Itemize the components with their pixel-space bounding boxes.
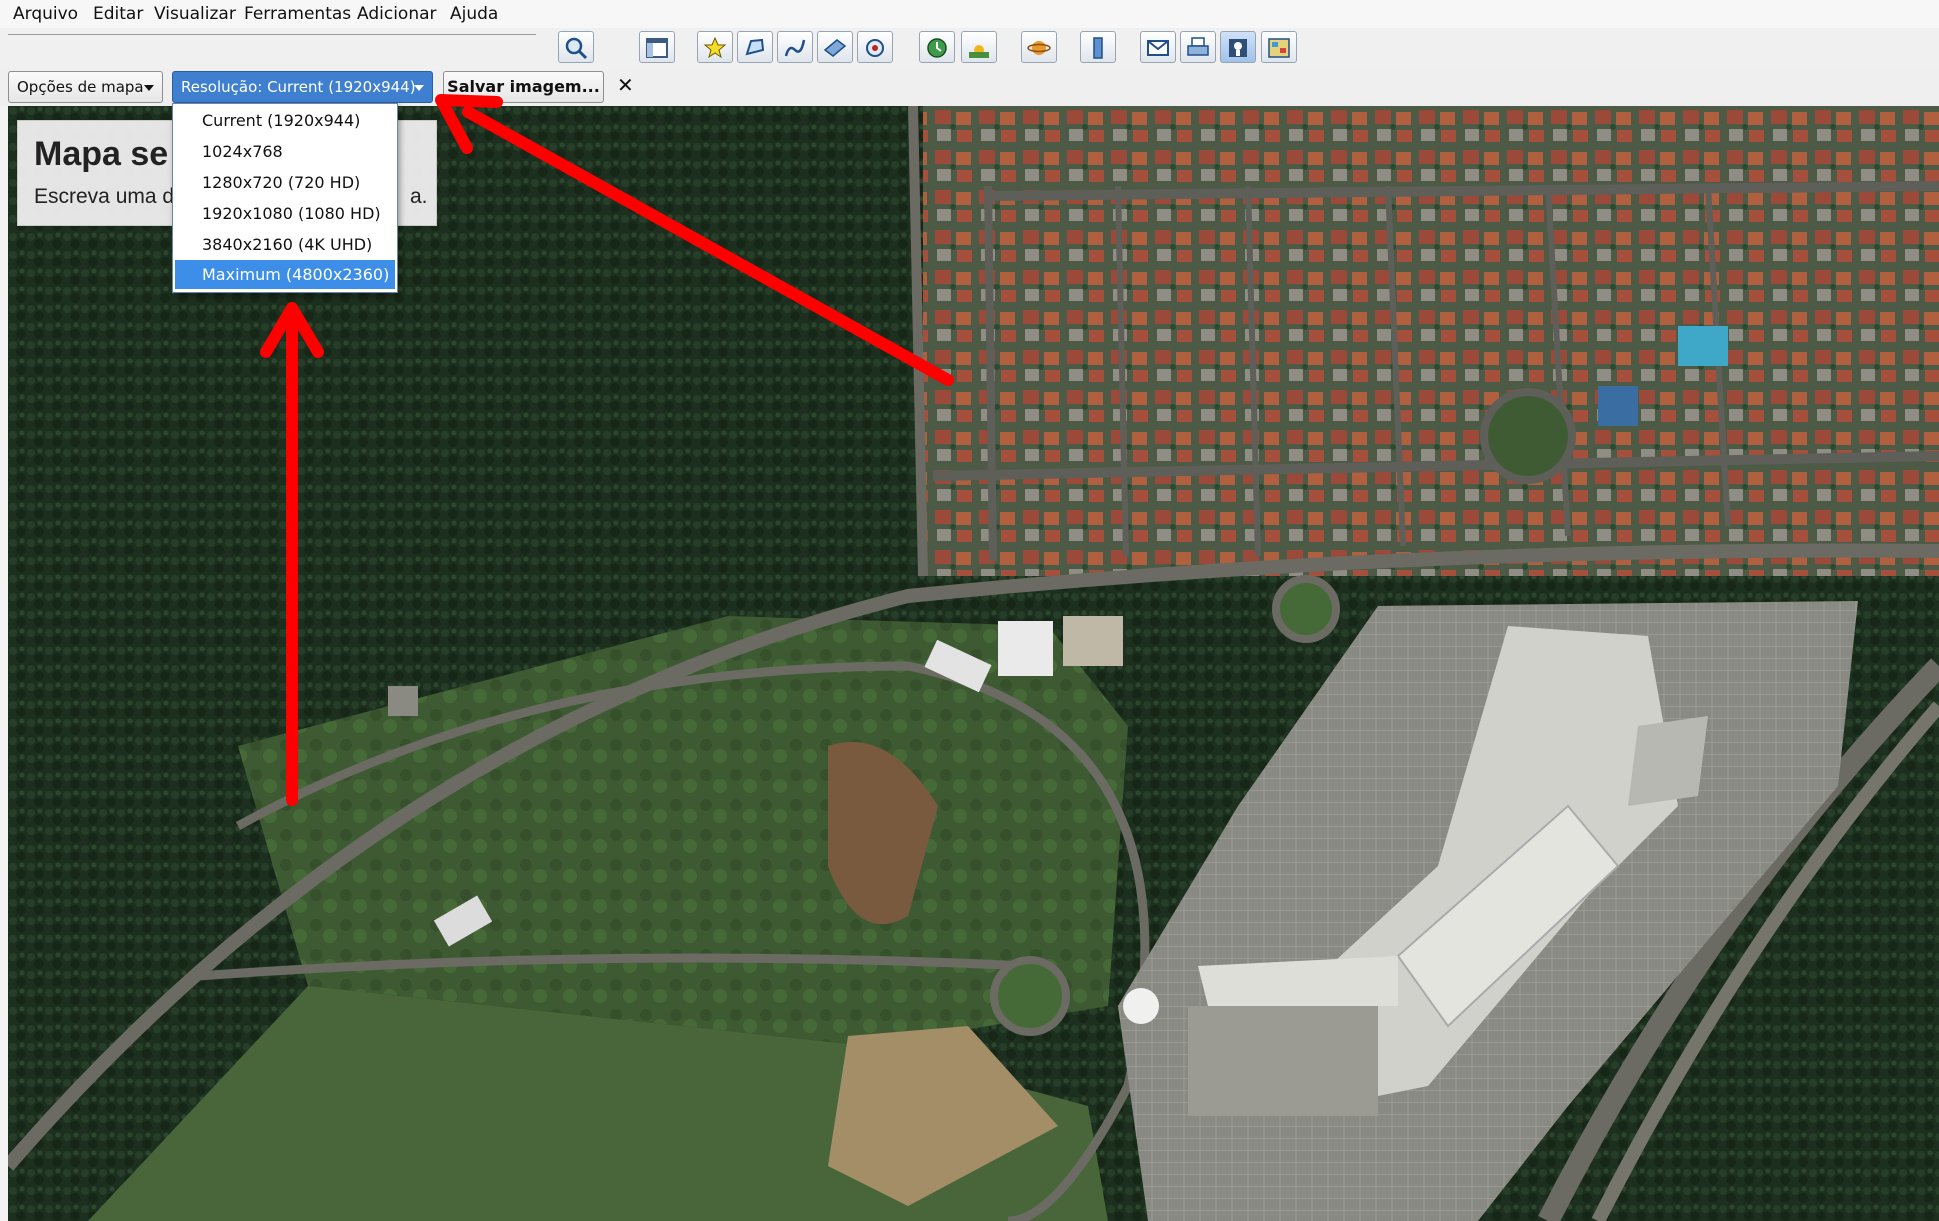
arrow-to-resolution-dropdown [435, 94, 954, 386]
arrow-to-maximum-option [260, 302, 324, 806]
annotation-arrows [260, 94, 954, 806]
